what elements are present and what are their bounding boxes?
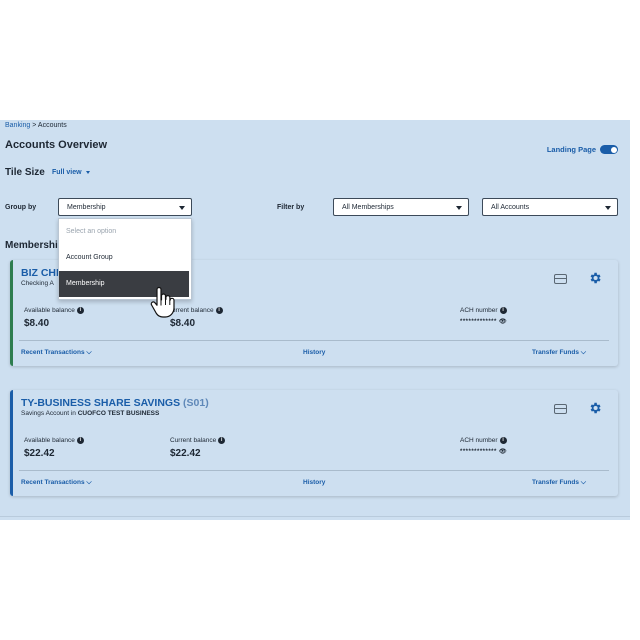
recent-transactions-label: Recent Transactions <box>21 349 85 356</box>
card-divider <box>19 340 609 341</box>
current-balance-label-text: Current balance <box>170 437 217 445</box>
breadcrumb-separator: > <box>32 122 37 129</box>
section-title: Membership <box>5 240 64 251</box>
ach-number-label-text: ACH number <box>460 437 498 445</box>
available-balance-label: Available balance i <box>24 307 84 314</box>
dropdown-option-account-group[interactable]: Account Group <box>59 245 189 271</box>
ach-number-masked: ************* <box>460 449 497 455</box>
info-icon[interactable]: i <box>215 307 223 314</box>
panel-bottom-divider <box>0 516 630 517</box>
gear-icon[interactable] <box>588 271 602 285</box>
wallet-icon[interactable] <box>554 274 567 284</box>
account-accent-bar <box>10 260 13 366</box>
chevron-down-icon: ⌵ <box>86 349 92 356</box>
account-name[interactable]: BIZ CHE <box>21 267 63 279</box>
tile-size-value: Full view <box>52 169 82 176</box>
chevron-down-icon: ⌵ <box>86 479 92 486</box>
accounts-filter-select[interactable]: All Accounts <box>482 198 618 216</box>
breadcrumb-banking-link[interactable]: Banking <box>5 122 30 129</box>
current-balance-value: $8.40 <box>170 318 196 329</box>
info-icon[interactable]: i <box>499 307 507 314</box>
recent-transactions-link[interactable]: Recent Transactions ⌵ <box>21 479 92 487</box>
card-divider <box>19 470 609 471</box>
current-balance-label: urrent balance i <box>172 307 223 314</box>
info-icon[interactable]: i <box>76 437 84 444</box>
landing-page-label: Landing Page <box>546 145 596 154</box>
info-icon[interactable]: i <box>499 437 507 444</box>
transfer-funds-link[interactable]: Transfer Funds ⌵ <box>532 479 586 487</box>
landing-page-toggle[interactable] <box>600 145 618 154</box>
current-balance-label: Current balance i <box>170 437 226 445</box>
membership-filter-value: All Memberships <box>342 204 394 211</box>
transfer-funds-label: Transfer Funds <box>532 479 579 486</box>
available-balance-value: $8.40 <box>24 318 50 329</box>
transfer-funds-label: Transfer Funds <box>532 349 579 356</box>
accounts-filter-value: All Accounts <box>491 204 530 211</box>
available-balance-label-text: Available balance <box>24 437 75 445</box>
breadcrumb: Banking > Accounts <box>5 122 67 129</box>
caret-down-icon <box>179 206 185 210</box>
eye-icon[interactable]: 👁 <box>499 319 507 325</box>
membership-filter-select[interactable]: All Memberships <box>333 198 469 216</box>
available-balance-value: $22.42 <box>24 448 55 459</box>
account-name[interactable]: TY-BUSINESS SHARE SAVINGS (S01) <box>21 397 209 409</box>
account-subtitle-membership: CUOFCO TEST BUSINESS <box>77 410 160 417</box>
account-subtitle: Savings Account in CUOFCO TEST BUSINESS <box>21 410 159 417</box>
group-by-label: Group by <box>5 204 37 211</box>
current-balance-value: $22.42 <box>170 448 201 459</box>
available-balance-label-text: Available balance <box>24 307 75 315</box>
chevron-down-icon: ⌵ <box>580 349 587 356</box>
available-balance-label: Available balance i <box>24 437 84 444</box>
account-name-text: TY-BUSINESS SHARE SAVINGS <box>21 397 181 409</box>
tile-size-label: Tile Size <box>5 167 45 178</box>
ach-number-masked: ************* <box>460 319 497 325</box>
ach-number-value: ************* 👁 <box>460 318 507 325</box>
tile-size-dropdown[interactable]: Full view <box>52 169 90 176</box>
group-by-value: Membership <box>67 204 106 211</box>
ach-number-label-text: ACH number <box>460 307 498 315</box>
recent-transactions-link[interactable]: Recent Transactions ⌵ <box>21 349 92 357</box>
caret-down-icon <box>605 206 611 210</box>
hand-cursor-icon <box>150 286 175 318</box>
wallet-icon[interactable] <box>554 404 567 414</box>
current-balance-label-text: urrent balance <box>172 307 214 315</box>
history-link[interactable]: History <box>303 479 325 486</box>
eye-icon[interactable]: 👁 <box>499 449 507 455</box>
caret-down-icon <box>85 170 90 174</box>
account-subtitle: Checking A <box>21 280 54 287</box>
ach-number-value: ************* 👁 <box>460 448 507 455</box>
transfer-funds-link[interactable]: Transfer Funds ⌵ <box>532 349 586 357</box>
account-card[interactable]: TY-BUSINESS SHARE SAVINGS (S01) Savings … <box>10 390 618 496</box>
account-id: (S01) <box>183 397 209 409</box>
dropdown-option-placeholder: Select an option <box>66 228 117 235</box>
account-accent-bar <box>10 390 13 496</box>
ach-number-label: ACH number i <box>460 307 507 314</box>
info-icon[interactable]: i <box>76 307 84 314</box>
filter-by-label: Filter by <box>277 204 305 211</box>
page-title: Accounts Overview <box>5 139 108 151</box>
account-subtitle-prefix: Savings Account in <box>21 410 78 417</box>
recent-transactions-label: Recent Transactions <box>21 479 85 486</box>
gear-icon[interactable] <box>588 401 602 415</box>
accounts-panel: Banking > Accounts Accounts Overview Lan… <box>0 120 630 520</box>
group-by-select[interactable]: Membership <box>58 198 192 216</box>
info-icon[interactable]: i <box>218 437 226 444</box>
chevron-down-icon: ⌵ <box>580 479 587 486</box>
breadcrumb-current: Accounts <box>37 122 67 129</box>
history-link[interactable]: History <box>303 349 325 356</box>
ach-number-label: ACH number i <box>460 437 507 444</box>
caret-down-icon <box>456 206 462 210</box>
